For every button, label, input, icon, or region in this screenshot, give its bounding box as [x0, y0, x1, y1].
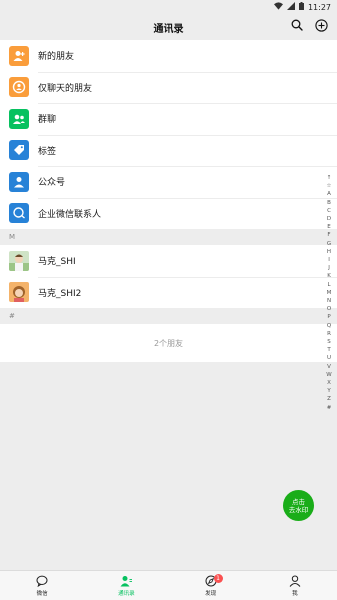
wecom-contact-icon: [9, 203, 29, 224]
index-letter[interactable]: T: [327, 346, 330, 354]
watermark-button-line2: 去水印: [288, 505, 309, 514]
index-letter[interactable]: X: [327, 379, 331, 387]
index-letter[interactable]: V: [327, 363, 331, 371]
avatar: [9, 282, 29, 303]
contact-item[interactable]: 马克_SHI: [0, 245, 337, 277]
index-letter[interactable]: I: [328, 256, 330, 264]
wifi-icon: [273, 2, 283, 12]
contact-name: 马克_SHI: [38, 257, 76, 268]
tags-item[interactable]: 标签: [0, 134, 337, 167]
index-letter[interactable]: Y: [327, 387, 330, 395]
index-letter[interactable]: L: [327, 281, 330, 289]
index-letter[interactable]: Z: [327, 395, 331, 403]
group-chats-item[interactable]: 群聊: [0, 103, 337, 135]
alphabet-index-bar[interactable]: ↑ ☆ A B C D E F G H I J K L M N O P Q R …: [324, 174, 334, 412]
chat-only-friends-item[interactable]: 仅聊天的朋友: [0, 71, 337, 104]
section-header-m: M: [0, 229, 337, 245]
tab-label: 发现: [205, 590, 217, 597]
friend-count: 2个朋友: [0, 324, 337, 362]
func-label: 新的朋友: [38, 52, 75, 63]
function-list: 新的朋友 仅聊天的朋友 群聊 标签 公众号 企业微信联系人: [0, 40, 337, 229]
tab-discover[interactable]: 发现 1: [169, 571, 253, 600]
index-letter[interactable]: R: [327, 330, 331, 338]
func-label: 企业微信联系人: [38, 209, 102, 220]
index-letter[interactable]: D: [327, 215, 331, 223]
header: 通讯录: [0, 14, 337, 40]
index-letter[interactable]: G: [327, 240, 331, 248]
index-letter[interactable]: F: [327, 231, 330, 239]
index-letter[interactable]: S: [327, 338, 331, 346]
remove-watermark-button[interactable]: 点击 去水印: [283, 490, 314, 521]
func-label: 公众号: [38, 178, 66, 189]
tab-label: 微信: [36, 590, 48, 597]
func-label: 标签: [38, 146, 57, 157]
avatar: [9, 250, 29, 271]
index-letter[interactable]: P: [327, 313, 330, 321]
status-time: 11:27: [307, 2, 331, 12]
func-label: 群聊: [38, 115, 57, 126]
index-letter[interactable]: ↑: [327, 174, 332, 182]
tab-chats[interactable]: 微信: [0, 571, 84, 600]
tab-contacts[interactable]: 通讯录: [84, 571, 168, 600]
official-accounts-item[interactable]: 公众号: [0, 166, 337, 198]
index-letter[interactable]: #: [327, 404, 332, 412]
index-letter[interactable]: K: [327, 272, 331, 280]
page-title: 通讯录: [153, 23, 184, 35]
contact-item[interactable]: 马克_SHI2: [0, 276, 337, 308]
contact-name: 马克_SHI2: [38, 288, 82, 299]
tab-label: 我: [292, 590, 298, 597]
chat-bubble-icon: [36, 575, 48, 587]
battery-icon: [298, 2, 304, 12]
wecom-contacts-item[interactable]: 企业微信联系人: [0, 197, 337, 230]
add-friend-icon: [9, 45, 29, 66]
index-letter[interactable]: H: [327, 248, 331, 256]
contacts-icon: [120, 575, 133, 587]
notification-badge: 1: [213, 574, 223, 583]
contacts-content: 新的朋友 仅聊天的朋友 群聊 标签 公众号 企业微信联系人 M 马克_SHI 马…: [0, 40, 337, 570]
index-letter[interactable]: E: [327, 223, 330, 231]
person-icon: [289, 575, 301, 587]
bottom-tab-bar: 微信 通讯录 发现 1 我: [0, 570, 337, 600]
index-letter[interactable]: ☆: [327, 182, 332, 190]
index-letter[interactable]: U: [327, 354, 331, 362]
index-letter[interactable]: W: [326, 371, 331, 379]
group-chat-icon: [9, 108, 29, 129]
watermark-button-line1: 点击: [292, 497, 305, 506]
tag-icon: [9, 140, 29, 161]
index-letter[interactable]: J: [328, 264, 330, 272]
index-letter[interactable]: C: [327, 207, 331, 215]
chat-only-friend-icon: [9, 77, 29, 98]
signal-icon: [286, 2, 295, 12]
section-header-hash: #: [0, 308, 337, 324]
index-letter[interactable]: Q: [327, 322, 331, 330]
index-letter[interactable]: N: [327, 297, 331, 305]
index-letter[interactable]: B: [327, 199, 331, 207]
tab-me[interactable]: 我: [253, 571, 337, 600]
index-letter[interactable]: A: [327, 190, 331, 198]
tab-label: 通讯录: [118, 590, 135, 597]
status-bar: 11:27: [0, 0, 337, 14]
index-letter[interactable]: M: [327, 289, 332, 297]
func-label: 仅聊天的朋友: [38, 83, 93, 94]
add-icon[interactable]: [314, 18, 328, 32]
search-icon[interactable]: [290, 18, 304, 32]
new-friends-item[interactable]: 新的朋友: [0, 40, 337, 72]
official-account-icon: [9, 171, 29, 192]
index-letter[interactable]: O: [327, 305, 331, 313]
